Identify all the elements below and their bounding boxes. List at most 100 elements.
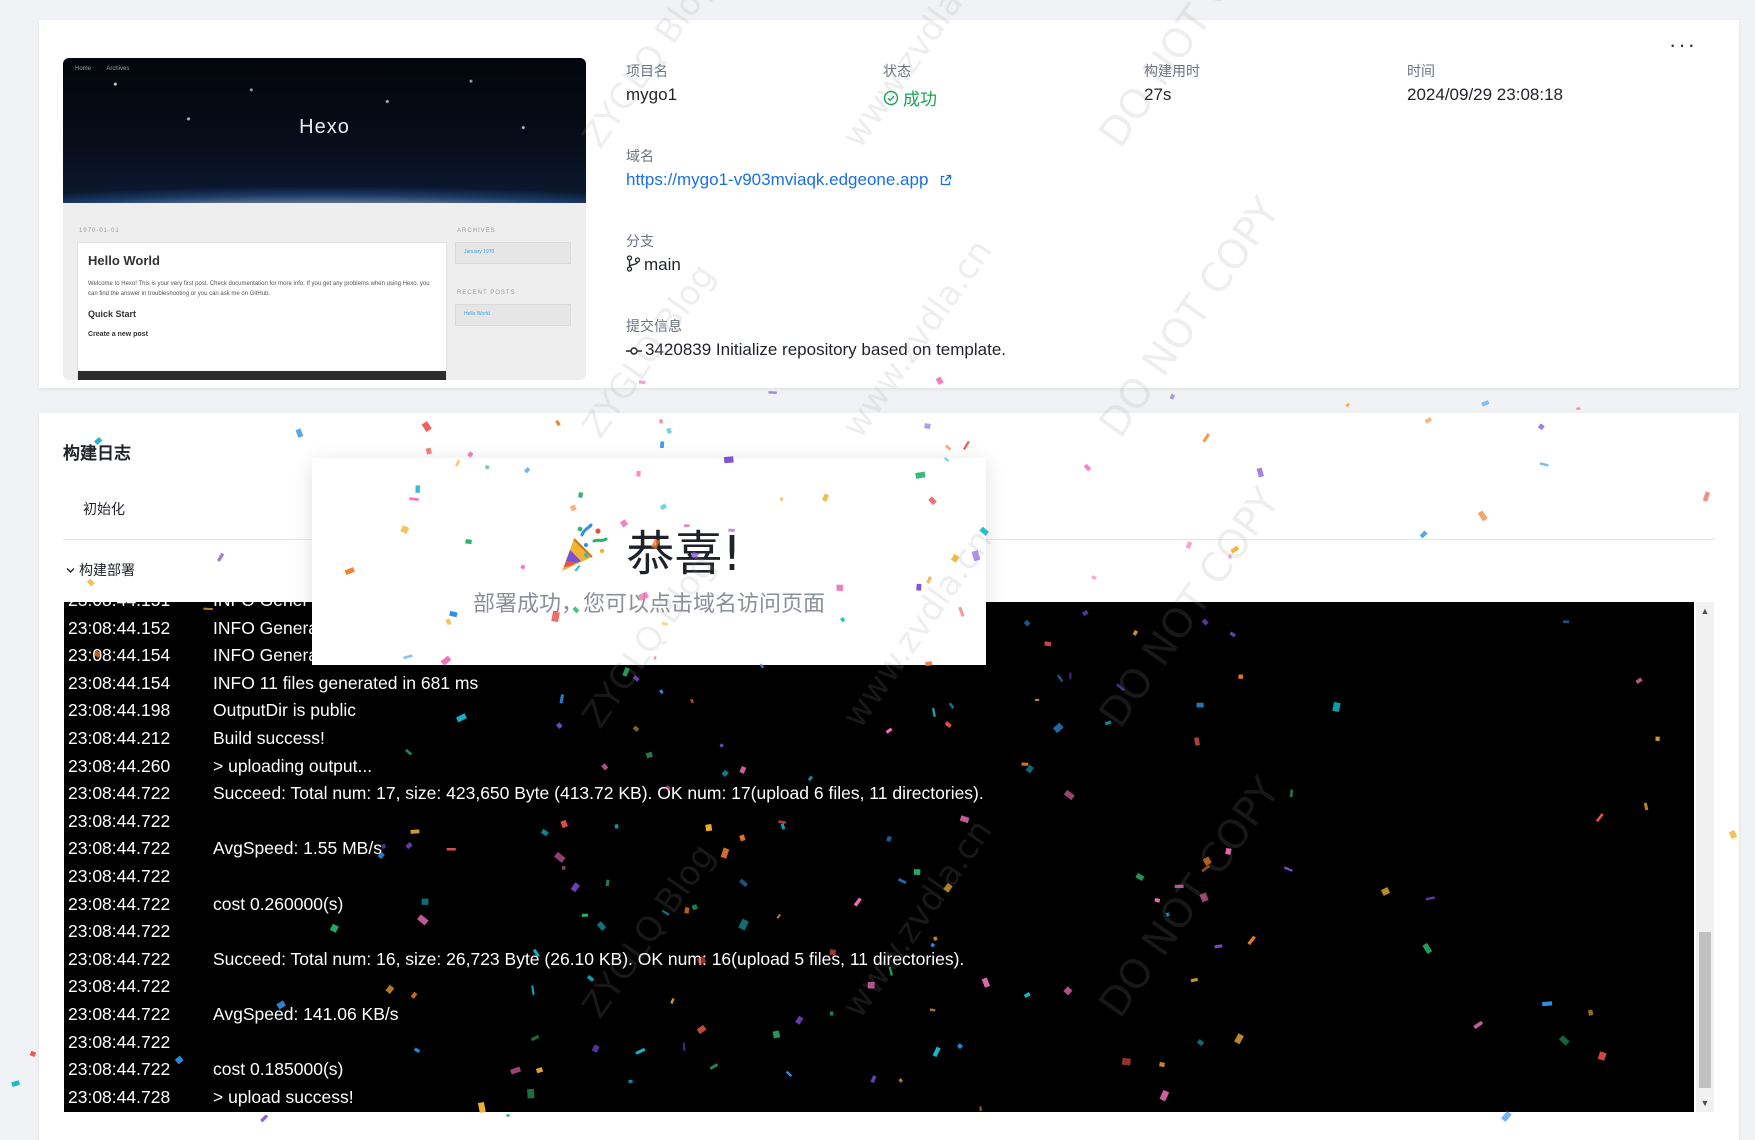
log-line: 23:08:44.722 AvgSpeed: 1.55 MB/s: [68, 835, 1694, 863]
log-line: 23:08:44.722: [68, 863, 1694, 891]
site-preview-thumbnail[interactable]: Home Archives Hexo 1970-01-01 Hello Worl…: [63, 58, 586, 380]
scroll-up-arrow-icon[interactable]: ▲: [1696, 604, 1714, 618]
scrollbar-thumb[interactable]: [1699, 932, 1711, 1088]
log-timestamp: 23:08:44.151: [68, 602, 213, 615]
preview-post-subheading: Create a new post: [88, 331, 148, 338]
log-timestamp: 23:08:44.722: [68, 948, 171, 969]
commit-label: 提交信息: [626, 318, 682, 334]
build-time-label: 时间: [1407, 63, 1435, 79]
congrats-subtitle: 部署成功，您可以点击域名访问页面: [472, 591, 825, 616]
log-timestamp: 23:08:44.728: [68, 1086, 171, 1107]
log-line: 23:08:44.722: [68, 1029, 1694, 1057]
build-duration: 27s: [1144, 85, 1172, 104]
preview-nav: Home Archives: [75, 66, 143, 72]
preview-nav-archives: Archives: [106, 66, 130, 72]
log-line: 23:08:44.212 Build success!: [68, 725, 1694, 753]
log-line: 23:08:44.154 INFO 11 files generated in 6…: [68, 670, 1694, 698]
branch-label: 分支: [626, 233, 654, 249]
log-line: 23:08:44.722 cost 0.260000(s): [68, 891, 1694, 919]
log-message: Build success!: [213, 727, 325, 748]
log-timestamp: 23:08:44.722: [68, 810, 171, 831]
project-card: ··· Home Archives Hexo 1970-01-01 Hello …: [39, 20, 1739, 388]
log-message: Succeed: Total num: 17, size: 423,650 By…: [213, 783, 984, 804]
log-line: 23:08:44.722: [68, 918, 1694, 946]
preview-nav-home: Home: [75, 66, 92, 72]
preview-post-heading: Quick Start: [88, 309, 137, 319]
domain-link-text[interactable]: https://mygo1-v903mviaqk.edgeone.app: [626, 170, 928, 189]
log-timestamp: 23:08:44.198: [68, 700, 171, 721]
log-message: OutputDir is public: [213, 700, 356, 721]
log-message: INFO Gener: [213, 602, 308, 610]
confetti-piece: [29, 1050, 37, 1057]
log-timestamp: 23:08:44.722: [68, 865, 171, 886]
domain-link[interactable]: https://mygo1-v903mviaqk.edgeone.app: [626, 170, 955, 190]
log-terminal[interactable]: 23:08:44.151INFO Gener 23:08:44.152 INFO G…: [64, 602, 1694, 1112]
congrats-dialog: 恭喜! 部署成功，您可以点击域名访问页面: [312, 458, 986, 665]
build-log-title: 构建日志: [63, 444, 131, 463]
preview-logo: Hexo: [299, 116, 350, 138]
log-timestamp: 23:08:44.260: [68, 755, 171, 776]
log-message: INFO Genera: [213, 617, 319, 638]
git-branch-icon: [626, 255, 641, 272]
log-line: 23:08:44.722 Succeed: Total num: 16, size…: [68, 946, 1694, 974]
log-line: 23:08:44.722 AvgSpeed: 141.06 KB/s: [68, 1001, 1694, 1029]
log-timestamp: 23:08:44.722: [68, 1059, 171, 1080]
preview-recent-heading: RECENT POSTS: [457, 290, 516, 296]
confetti-piece: [1481, 400, 1490, 407]
log-timestamp: 23:08:44.212: [68, 727, 171, 748]
more-options-button[interactable]: ···: [1669, 34, 1697, 56]
log-line: 23:08:44.722: [68, 808, 1694, 836]
branch-value: main: [626, 255, 681, 275]
preview-post-date: 1970-01-01: [79, 228, 120, 234]
log-timestamp: 23:08:44.722: [68, 976, 171, 997]
log-scrollbar[interactable]: ▲ ▼: [1696, 602, 1714, 1112]
log-timestamp: 23:08:44.154: [68, 672, 171, 693]
log-message: AvgSpeed: 141.06 KB/s: [213, 1003, 399, 1024]
preview-post-title: Hello World: [88, 253, 160, 268]
confetti-piece: [768, 391, 777, 394]
build-time: 2024/09/29 23:08:18: [1407, 85, 1563, 104]
chevron-down-icon[interactable]: [65, 565, 76, 576]
log-timestamp: 23:08:44.152: [68, 617, 171, 638]
log-line: 23:08:44.722 Succeed: Total num: 17, size…: [68, 780, 1694, 808]
log-message: INFO 11 files generated in 681 ms: [213, 672, 479, 693]
log-line: 23:08:44.260 > uploading output...: [68, 753, 1694, 781]
log-timestamp: 23:08:44.154: [68, 645, 171, 666]
log-message: AvgSpeed: 1.55 MB/s: [213, 838, 382, 859]
stage-label[interactable]: 构建部署: [79, 560, 135, 580]
log-lines: 23:08:44.151INFO Gener 23:08:44.152 INFO G…: [68, 602, 1694, 1111]
domain-label: 域名: [626, 148, 654, 164]
preview-archives-item: January 1970: [455, 242, 571, 264]
git-commit-icon: [626, 347, 642, 355]
preview-post: Hello World Welcome to Hexo! This is you…: [77, 242, 447, 380]
status-badge: 成功: [883, 85, 937, 110]
log-message: cost 0.185000(s): [213, 1059, 344, 1080]
log-message: Succeed: Total num: 16, size: 26,723 Byt…: [213, 948, 965, 969]
external-link-icon[interactable]: [939, 174, 952, 187]
branch-name: main: [644, 255, 681, 274]
preview-hero-banner: Home Archives Hexo: [63, 58, 586, 203]
log-line: 23:08:44.198 OutputDir is public: [68, 697, 1694, 725]
log-timestamp: 23:08:44.722: [68, 1031, 171, 1052]
commit-message: 3420839 Initialize repository based on t…: [645, 340, 1007, 359]
log-timestamp: 23:08:44.722: [68, 893, 171, 914]
commit-value: 3420839 Initialize repository based on t…: [626, 340, 1006, 360]
log-timestamp: 23:08:44.722: [68, 838, 171, 859]
log-timestamp: 23:08:44.722: [68, 783, 171, 804]
preview-post-body: Welcome to Hexo! This is your very first…: [88, 281, 430, 297]
log-message: > uploading output...: [213, 755, 373, 776]
preview-recent-item: Hello World: [455, 304, 571, 326]
scroll-down-arrow-icon[interactable]: ▼: [1696, 1096, 1714, 1110]
project-name-label: 项目名: [626, 63, 668, 79]
confetti-piece: [1576, 407, 1581, 410]
log-message: > upload success!: [213, 1086, 354, 1107]
log-line: 23:08:44.722 cost 0.185000(s): [68, 1056, 1694, 1084]
log-timestamp: 23:08:44.722: [68, 921, 171, 942]
stage-build-deploy-toggle[interactable]: 构建部署: [65, 560, 135, 580]
tab-init[interactable]: 初始化: [83, 499, 125, 519]
status-label: 状态: [883, 63, 911, 79]
congrats-title-row: 恭喜!: [312, 514, 986, 584]
build-duration-label: 构建用时: [1144, 63, 1200, 79]
log-timestamp: 23:08:44.722: [68, 1003, 171, 1024]
status-text: 成功: [903, 90, 937, 109]
